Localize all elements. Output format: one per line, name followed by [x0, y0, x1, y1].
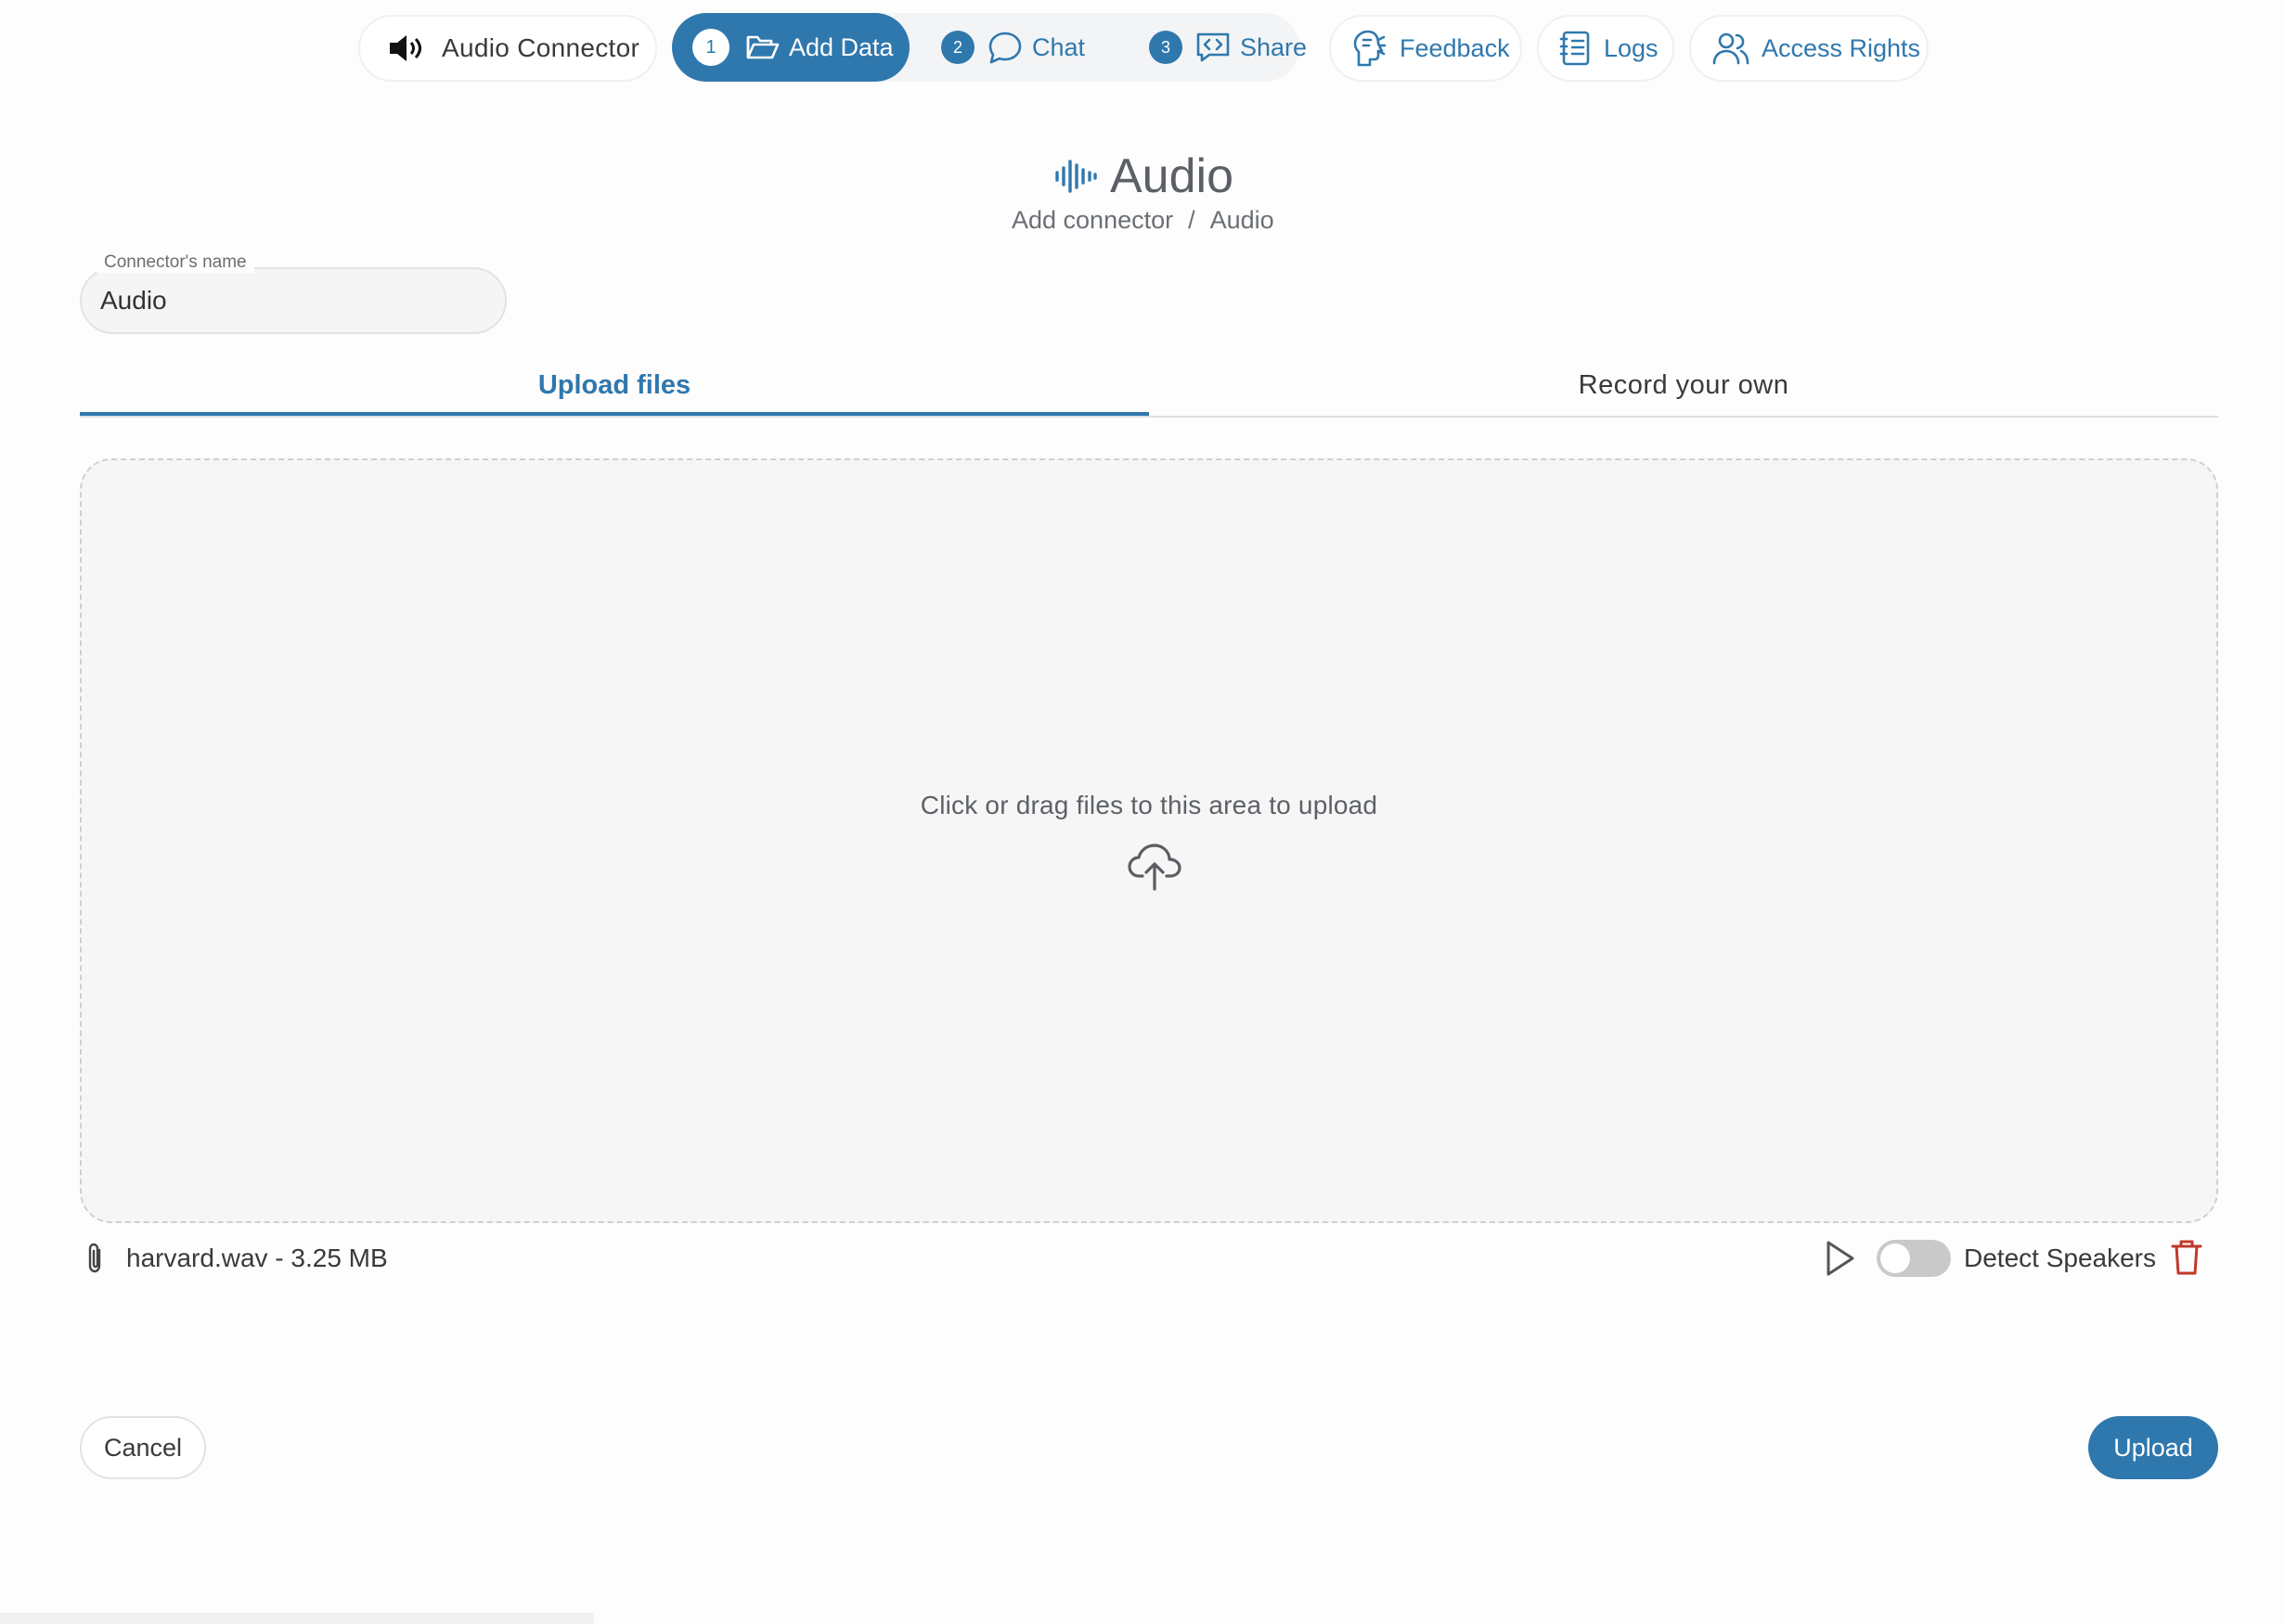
bottom-shadow	[0, 1613, 594, 1624]
dropzone-text: Click or drag files to this area to uplo…	[920, 791, 1378, 819]
page-title-text: Audio	[1110, 149, 1233, 203]
feedback-icon	[1351, 29, 1388, 68]
users-icon	[1711, 31, 1750, 66]
audio-waveform-icon	[1054, 157, 1097, 196]
logs-icon	[1559, 30, 1593, 67]
connector-type-pill: Audio Connector	[358, 15, 657, 82]
step-label: Add Data	[789, 32, 894, 61]
step-label: Chat	[1032, 32, 1086, 61]
upload-button[interactable]: Upload	[2088, 1416, 2218, 1479]
step-chat[interactable]: 2 Chat	[941, 13, 1085, 82]
step-number: 3	[1149, 31, 1182, 64]
tab-record-your-own[interactable]: Record your own	[1149, 353, 2218, 418]
detect-speakers-toggle[interactable]	[1877, 1240, 1951, 1277]
step-share[interactable]: 3 Share	[1149, 13, 1307, 82]
upload-dropzone[interactable]: Click or drag files to this area to uplo…	[80, 458, 2218, 1223]
breadcrumb-current: Audio	[1209, 206, 1274, 234]
tab-upload-files[interactable]: Upload files	[80, 353, 1149, 418]
cancel-button[interactable]: Cancel	[80, 1416, 206, 1479]
detect-speakers-label: Detect Speakers	[1964, 1244, 2156, 1272]
tab-active-indicator	[80, 412, 1149, 416]
tab-divider	[80, 416, 2218, 418]
step-number: 1	[692, 29, 729, 66]
chat-bubble-icon	[988, 31, 1023, 64]
page-title: Audio	[1054, 147, 1233, 206]
step-label: Share	[1240, 32, 1308, 61]
paperclip-icon	[84, 1242, 108, 1275]
step-add-data[interactable]: 1 Add Data	[672, 13, 910, 82]
step-number: 2	[941, 31, 975, 64]
access-rights-button[interactable]: Access Rights	[1689, 15, 1929, 82]
feedback-label: Feedback	[1400, 33, 1510, 62]
breadcrumb: Add connector / Audio	[1012, 206, 1274, 235]
connector-name-input[interactable]	[100, 282, 490, 319]
folder-icon	[746, 33, 780, 61]
cloud-upload-icon	[1127, 841, 1182, 893]
toggle-knob	[1880, 1244, 1910, 1273]
connector-name-field[interactable]	[80, 267, 507, 334]
play-icon[interactable]	[1821, 1238, 1858, 1279]
speaker-icon	[388, 32, 425, 64]
trash-icon[interactable]	[2170, 1238, 2203, 1277]
file-name: harvard.wav - 3.25 MB	[126, 1244, 388, 1272]
connector-name-label: Connector's name	[97, 252, 254, 273]
feedback-button[interactable]: Feedback	[1329, 15, 1522, 82]
access-rights-label: Access Rights	[1762, 33, 1921, 62]
workflow-steps: 1 Add Data 2 Chat 3 Share	[672, 13, 1307, 82]
uploaded-file-row: harvard.wav - 3.25 MB Detect Speakers	[80, 1234, 2218, 1281]
logs-button[interactable]: Logs	[1537, 15, 1674, 82]
logs-label: Logs	[1604, 33, 1659, 62]
breadcrumb-add-connector[interactable]: Add connector	[1012, 206, 1173, 235]
connector-type-label: Audio Connector	[442, 33, 640, 62]
breadcrumb-separator: /	[1188, 206, 1195, 234]
share-code-icon	[1195, 32, 1231, 63]
